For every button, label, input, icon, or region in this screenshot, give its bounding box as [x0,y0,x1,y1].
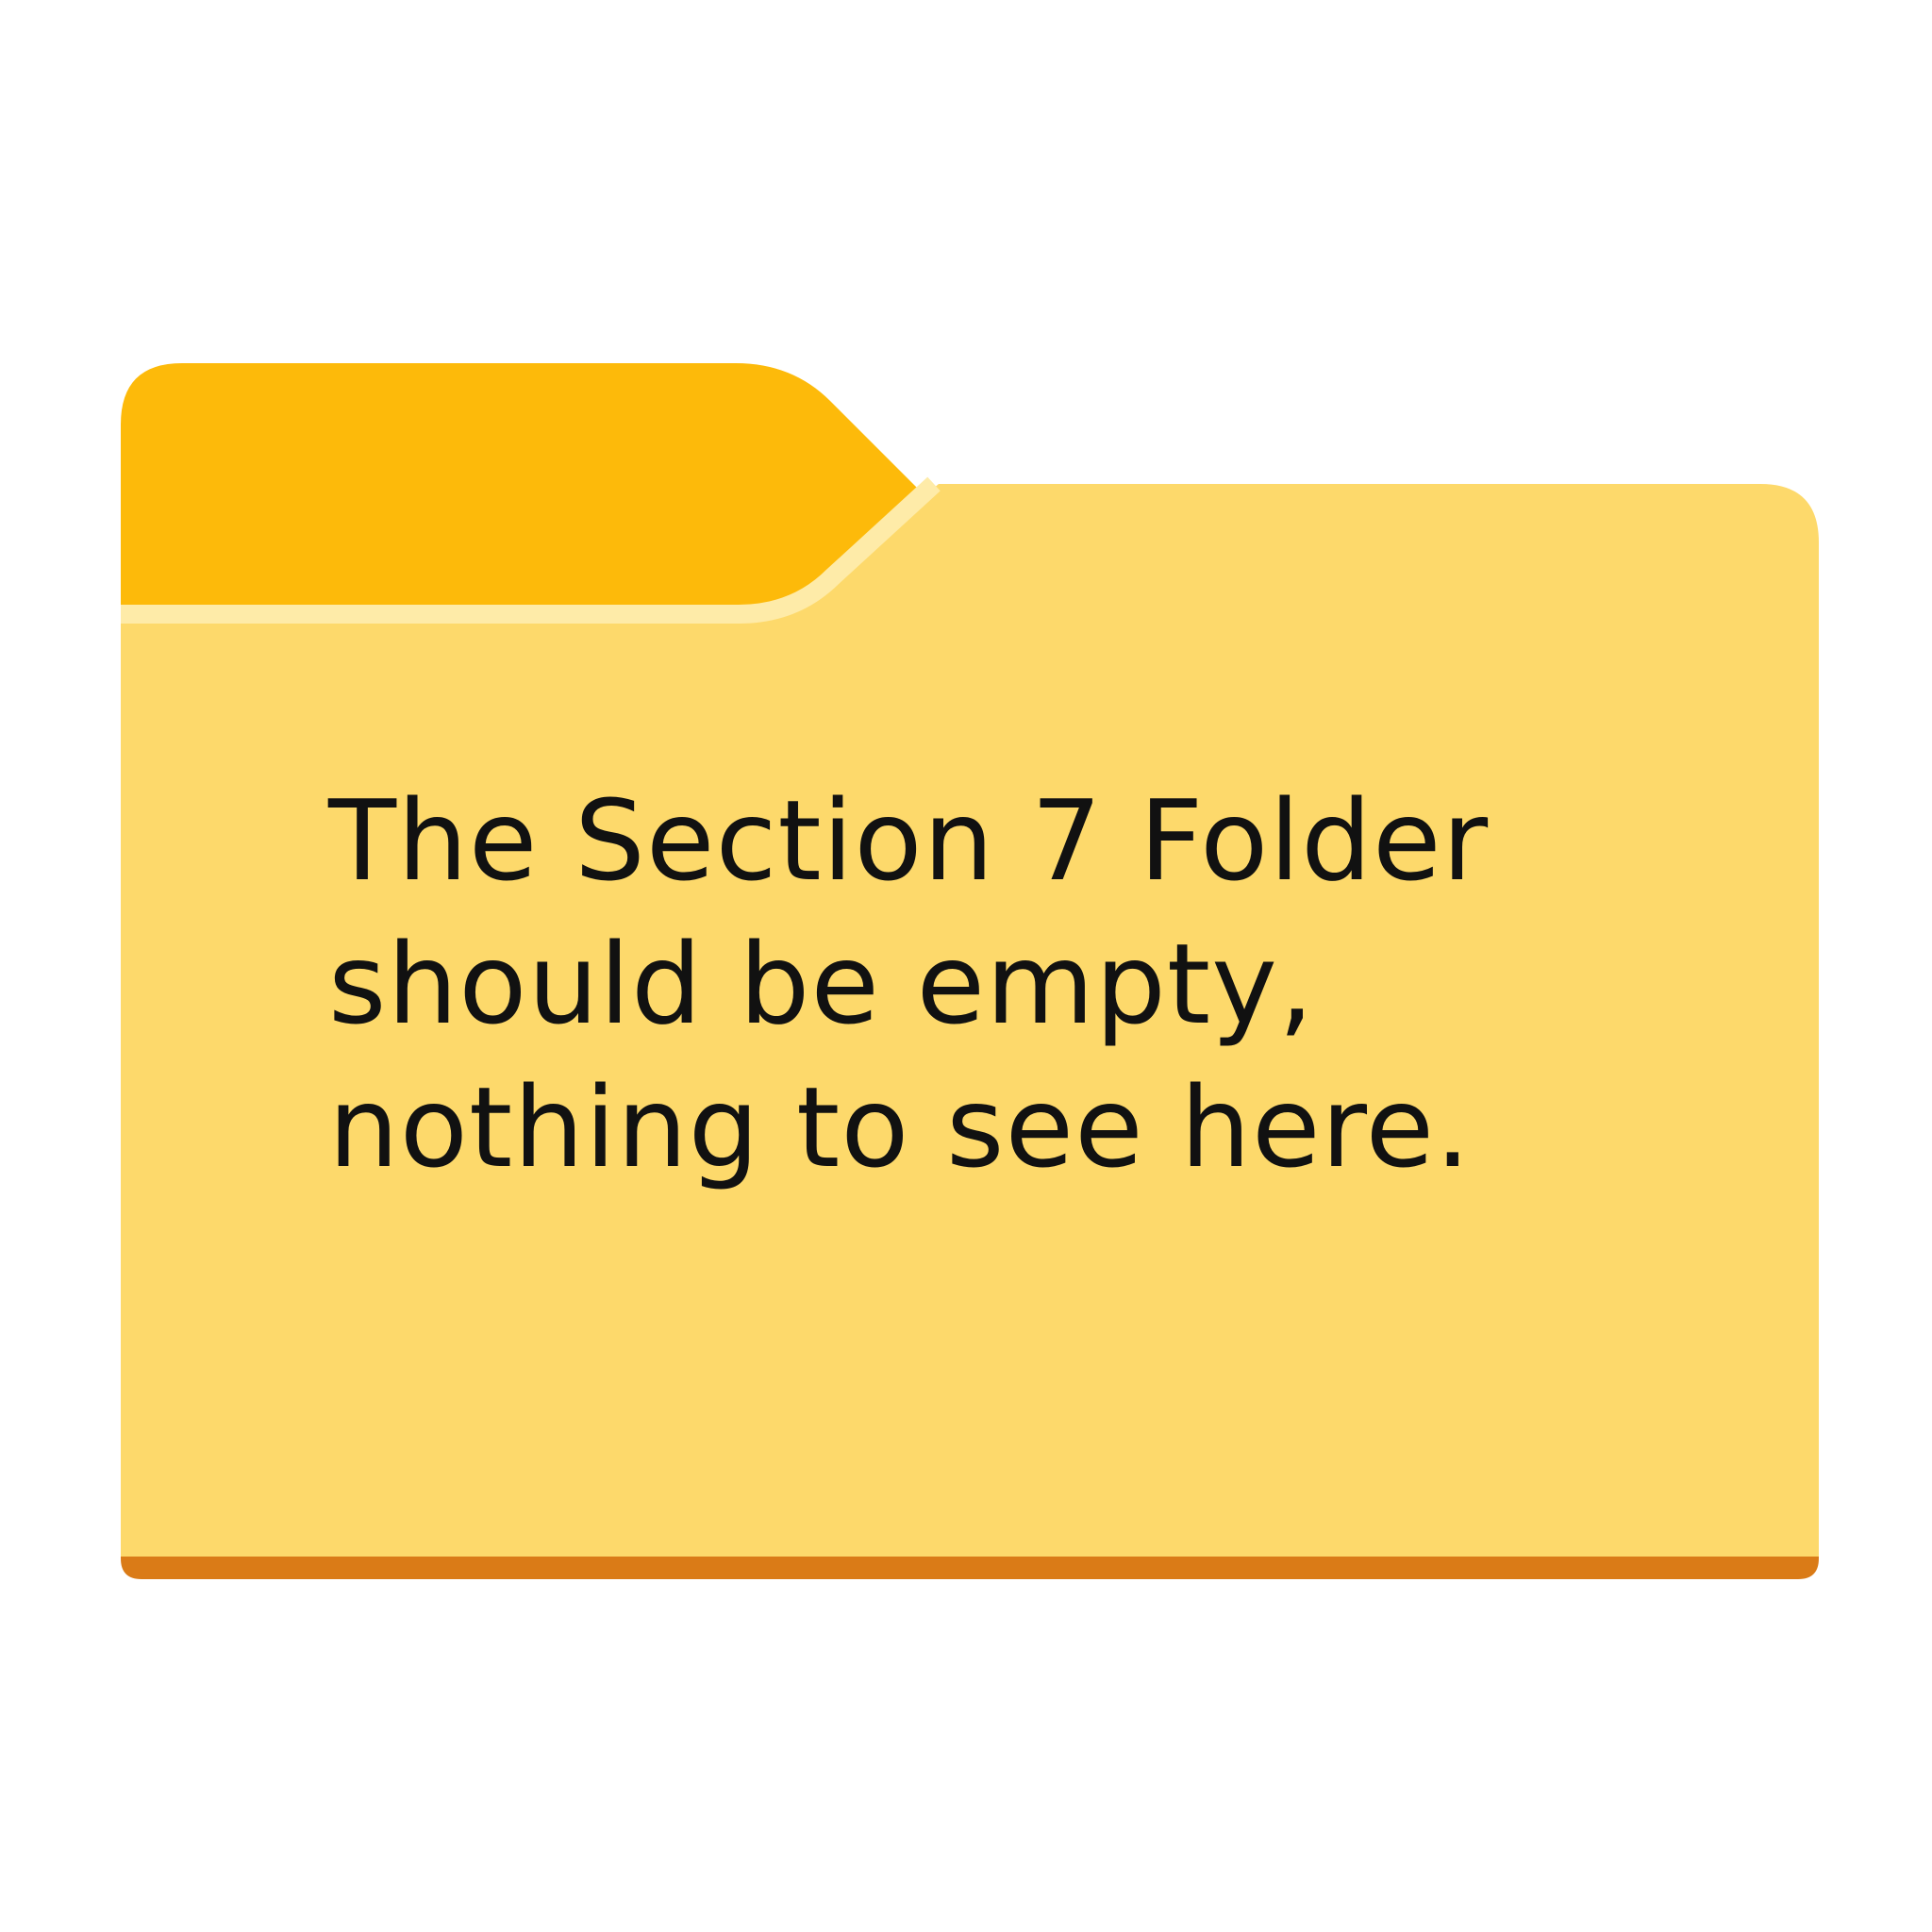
message-line-2: should be empty, [328,919,1315,1049]
canvas: The Section 7 Folder should be empty, no… [0,0,1932,1932]
message-line-3: nothing to see here. [328,1062,1472,1192]
message-line-1: The Section 7 Folder [328,775,1490,906]
folder-message: The Section 7 Folder should be empty, no… [328,769,1649,1199]
